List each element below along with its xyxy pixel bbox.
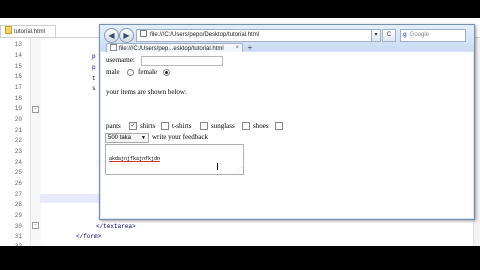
page-content: username: male female your items are sho… [101, 52, 473, 218]
editor-tab-label: tutorial.html [14, 29, 46, 35]
code-fragment: p [92, 64, 96, 71]
fold-toggle[interactable]: − [32, 106, 39, 113]
browser-window: ◀ ▶ file:///C:/Users/pepo/Desktop/tutori… [99, 24, 475, 220]
fold-toggle[interactable]: − [32, 222, 39, 229]
letterbox-bottom [0, 246, 480, 270]
forward-button[interactable]: ▶ [119, 28, 134, 43]
resize-grip-icon[interactable]: ⋰ [237, 167, 242, 173]
address-text: file:///C:/Users/pepo/Desktop/tutorial.h… [150, 32, 260, 38]
username-label: username: [106, 56, 135, 64]
fold-margin: − − [30, 38, 41, 246]
line-number: 18 [14, 95, 22, 102]
line-number: 17 [14, 84, 22, 91]
page-icon [110, 44, 117, 51]
line-number: 29 [14, 212, 22, 219]
search-input[interactable]: g Google [400, 29, 466, 42]
feedback-textarea[interactable]: akdajnjfkajnfkjdn ⋰ [105, 144, 244, 175]
code-form-close: </form> [76, 233, 102, 240]
feedback-label: write your feedback [152, 133, 208, 141]
line-number: 28 [14, 201, 22, 208]
line-number: 31 [14, 233, 22, 240]
google-icon: g [403, 32, 407, 38]
reload-button[interactable]: C [382, 29, 396, 42]
line-number: 20 [14, 116, 22, 123]
checkbox-label: sunglass [211, 122, 235, 130]
select-value: 500 taka [108, 135, 132, 141]
code-fragment: s [92, 85, 96, 92]
items-heading: your items are shown below: [106, 88, 187, 96]
line-number: 23 [14, 148, 22, 155]
shoes-checkbox[interactable] [275, 122, 283, 130]
line-number: 26 [14, 180, 22, 187]
page-icon [140, 30, 147, 37]
code-fragment: t [92, 75, 96, 82]
textarea-text: akdajnjfkajnfkjdn [109, 156, 161, 162]
back-button[interactable]: ◀ [104, 28, 119, 43]
line-number: 21 [14, 127, 22, 134]
line-number: 19 [14, 105, 22, 112]
chevron-down-icon: ▼ [141, 135, 146, 141]
male-radio[interactable] [127, 69, 134, 76]
line-number: 13 [14, 41, 22, 48]
back-icon: ◀ [108, 31, 115, 40]
username-input[interactable] [141, 56, 223, 66]
sunglass-checkbox[interactable] [242, 122, 250, 130]
html-file-icon [5, 26, 12, 34]
line-number: 24 [14, 159, 22, 166]
line-number: 22 [14, 137, 22, 144]
line-number: 30 [14, 223, 22, 230]
pants-checkbox[interactable]: ✓ [129, 122, 137, 130]
new-tab-button[interactable]: + [244, 43, 256, 52]
text-cursor [217, 163, 218, 170]
code-fragment: p [92, 53, 96, 60]
line-number: 25 [14, 169, 22, 176]
female-radio[interactable] [163, 69, 170, 76]
tshirts-checkbox[interactable] [200, 122, 208, 130]
line-number: 27 [14, 191, 22, 198]
shirts-checkbox[interactable] [161, 122, 169, 130]
checkbox-label: shirts [140, 122, 156, 130]
address-bar[interactable]: file:///C:/Users/pepo/Desktop/tutorial.h… [136, 29, 373, 42]
reload-icon: C [386, 32, 392, 38]
line-number: 14 [14, 52, 22, 59]
male-label: male [106, 68, 120, 76]
checkbox-label: shoes [253, 122, 269, 130]
line-number: 16 [14, 73, 22, 80]
female-label: female [138, 68, 158, 76]
line-number-gutter: 13 14 15 16 17 18 19 20 21 22 23 24 25 2… [0, 38, 30, 246]
forward-icon: ▶ [123, 31, 130, 40]
search-placeholder: Google [409, 32, 430, 38]
price-select[interactable]: 500 taka ▼ [105, 133, 149, 143]
line-number: 15 [14, 63, 22, 70]
checkbox-label: t-shirts [172, 122, 192, 130]
checkbox-label: pants [106, 122, 121, 130]
code-textarea-close: </textarea> [96, 223, 136, 230]
dropdown-button[interactable]: ▾ [371, 29, 381, 42]
